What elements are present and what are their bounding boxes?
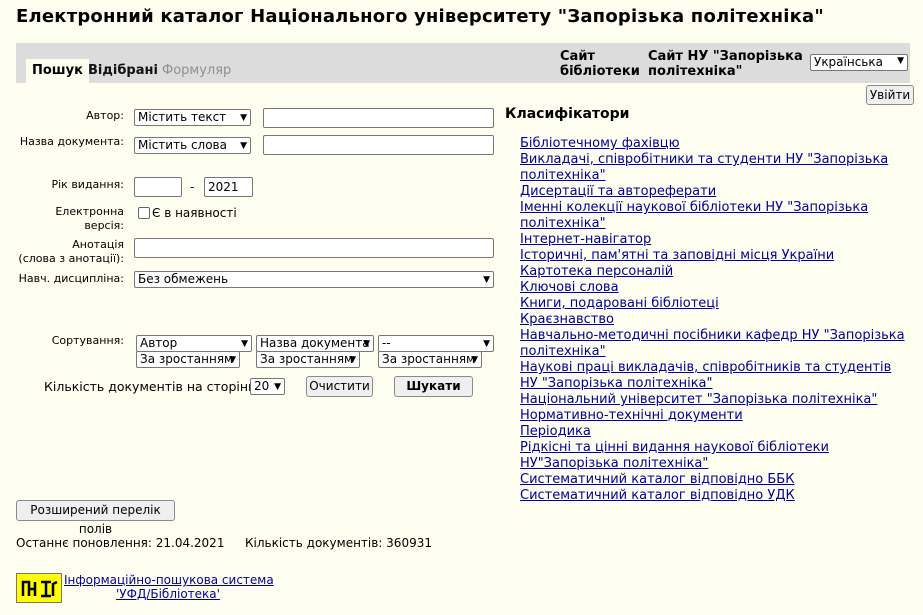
classifier-link[interactable]: Навчально-методичні посібники кафедр НУ … (520, 328, 910, 360)
chevron-down-icon: ▼ (471, 355, 478, 365)
author-mode-value: Містить текст (138, 110, 227, 124)
classifier-link[interactable]: Рідкісні та цінні видання наукової біблі… (520, 440, 910, 472)
author-mode-select[interactable]: Містить текст ▼ (134, 109, 251, 126)
electronic-label-line2: версія: (84, 219, 124, 232)
system-link-line1: Інформаційно-пошукова система (64, 573, 274, 587)
extended-fields-button[interactable]: Розширений перелік полів (16, 500, 175, 536)
chevron-down-icon: ▼ (240, 141, 247, 151)
classifiers-list: Бібліотечному фахівцю Викладачі, співроб… (520, 136, 910, 504)
chevron-down-icon: ▼ (483, 339, 490, 349)
electronic-label-line1: Електронна (55, 205, 124, 218)
doc-title-mode-select[interactable]: Містить слова ▼ (134, 137, 251, 154)
library-site-label-2: бібліотеки (560, 64, 640, 79)
classifier-link[interactable]: Систематичний каталог відповідно ББК (520, 472, 910, 488)
chevron-down-icon: ▼ (229, 355, 236, 365)
per-page-value: 20 (254, 379, 270, 393)
sort-field-2-value: Назва документа (260, 336, 370, 350)
chevron-down-icon: ▼ (349, 355, 356, 365)
chevron-down-icon: ▼ (897, 56, 904, 66)
classifier-link[interactable]: Бібліотечному фахівцю (520, 136, 910, 152)
tab-form: Формуляр (162, 63, 232, 78)
tab-favorites[interactable]: Відібрані (88, 59, 158, 83)
clear-button[interactable]: Очистити (306, 376, 373, 397)
ufd-logo-icon (21, 580, 58, 598)
discipline-select[interactable]: Без обмежень ▼ (134, 271, 494, 288)
chevron-down-icon: ▼ (241, 339, 248, 349)
year-from-input[interactable] (134, 177, 182, 197)
top-navigation-bar: Пошук Відібрані Формуляр Сайт бібліотеки… (16, 43, 910, 83)
tab-search[interactable]: Пошук (26, 59, 89, 83)
classifier-link[interactable]: Картотека персоналій (520, 264, 910, 280)
per-page-label: Кількість документів на сторінці (44, 379, 261, 394)
annotation-input[interactable] (134, 238, 494, 258)
page-title: Електронний каталог Національного універ… (16, 6, 824, 27)
document-count: Кількість документів: 360931 (245, 536, 432, 550)
system-link[interactable]: Інформаційно-пошукова система 'УФД/Біблі… (64, 573, 274, 601)
sort-label: Сортування: (51, 334, 124, 347)
chevron-down-icon: ▼ (274, 382, 281, 392)
university-site-label-1: Сайт НУ "Запорізька (648, 49, 803, 64)
classifier-link[interactable]: Книги, подаровані бібліотеці (520, 296, 910, 312)
classifier-link[interactable]: Дисертації та автореферати (520, 184, 910, 200)
author-input[interactable] (263, 108, 494, 128)
chevron-down-icon: ▼ (483, 275, 490, 285)
classifier-link[interactable]: Історичні, пам'ятні та заповідні місця У… (520, 248, 910, 264)
sort-field-3-value: -- (382, 336, 391, 350)
language-selected: Українська (814, 55, 883, 69)
search-button[interactable]: Шукати (394, 376, 473, 397)
discipline-value: Без обмежень (138, 272, 229, 286)
sort-order-2[interactable]: За зростанням ▼ (256, 351, 360, 368)
library-site-label-1: Сайт (560, 49, 595, 64)
classifier-link[interactable]: Періодика (520, 424, 910, 440)
library-site-link[interactable]: Сайт бібліотеки (560, 49, 640, 79)
sort-field-2[interactable]: Назва документа ▼ (256, 335, 374, 352)
sort-order-1[interactable]: За зростанням ▼ (136, 351, 240, 368)
classifier-link[interactable]: Інтернет-навігатор (520, 232, 910, 248)
annotation-label: Анотація (слова з анотації): (10, 238, 124, 266)
classifier-link[interactable]: Систематичний каталог відповідно УДК (520, 488, 910, 504)
classifier-link[interactable]: Іменні колекції наукової бібліотеки НУ "… (520, 200, 910, 232)
sort-order-3-value: За зростанням (382, 352, 476, 366)
sort-field-1-value: Автор (140, 336, 178, 350)
classifiers-title: Класифікатори (505, 106, 630, 122)
sort-order-1-value: За зростанням (140, 352, 234, 366)
per-page-select[interactable]: 20 ▼ (250, 378, 285, 395)
electronic-checkbox-label: Є в наявності (152, 206, 237, 220)
sort-order-3[interactable]: За зростанням ▼ (378, 351, 482, 368)
classifier-link[interactable]: Краєзнавство (520, 312, 910, 328)
doc-title-label: Назва документа: (19, 135, 124, 148)
discipline-label: Навч. дисципліна: (18, 272, 124, 285)
doc-title-input[interactable] (263, 135, 494, 155)
university-site-link[interactable]: Сайт НУ "Запорізька політехніка" (648, 49, 803, 79)
sort-field-1[interactable]: Автор ▼ (136, 335, 252, 352)
university-site-label-2: політехніка" (648, 64, 743, 79)
classifier-link[interactable]: Викладачі, співробітники та студенти НУ … (520, 152, 910, 184)
annotation-label-line1: Анотація (72, 238, 124, 251)
electronic-label: Електронна версія: (20, 205, 124, 233)
doc-title-mode-value: Містить слова (138, 138, 227, 152)
chevron-down-icon: ▼ (240, 113, 247, 123)
login-button[interactable]: Увійти (866, 85, 914, 105)
classifier-link[interactable]: Нормативно-технічні документи (520, 408, 910, 424)
year-label: Рік видання: (51, 178, 124, 191)
sort-order-2-value: За зростанням (260, 352, 354, 366)
classifier-link[interactable]: Національний університет "Запорізька пол… (520, 392, 910, 408)
year-to-input[interactable]: 2021 (204, 177, 253, 197)
system-link-line2: 'УФД/Бібліотека' (116, 587, 220, 601)
language-select[interactable]: Українська ▼ (810, 54, 908, 71)
electronic-checkbox[interactable] (138, 207, 150, 219)
last-updated: Останнє поновлення: 21.04.2021 (16, 536, 225, 550)
year-separator: - (190, 180, 195, 194)
chevron-down-icon: ▼ (363, 339, 370, 349)
ufd-logo[interactable] (16, 573, 62, 603)
sort-field-3[interactable]: -- ▼ (378, 335, 494, 352)
author-label: Автор: (86, 109, 124, 122)
classifier-link[interactable]: Наукові праці викладачів, співробітників… (520, 360, 910, 392)
classifier-link[interactable]: Ключові слова (520, 280, 910, 296)
annotation-label-line2: (слова з анотації): (18, 252, 124, 265)
